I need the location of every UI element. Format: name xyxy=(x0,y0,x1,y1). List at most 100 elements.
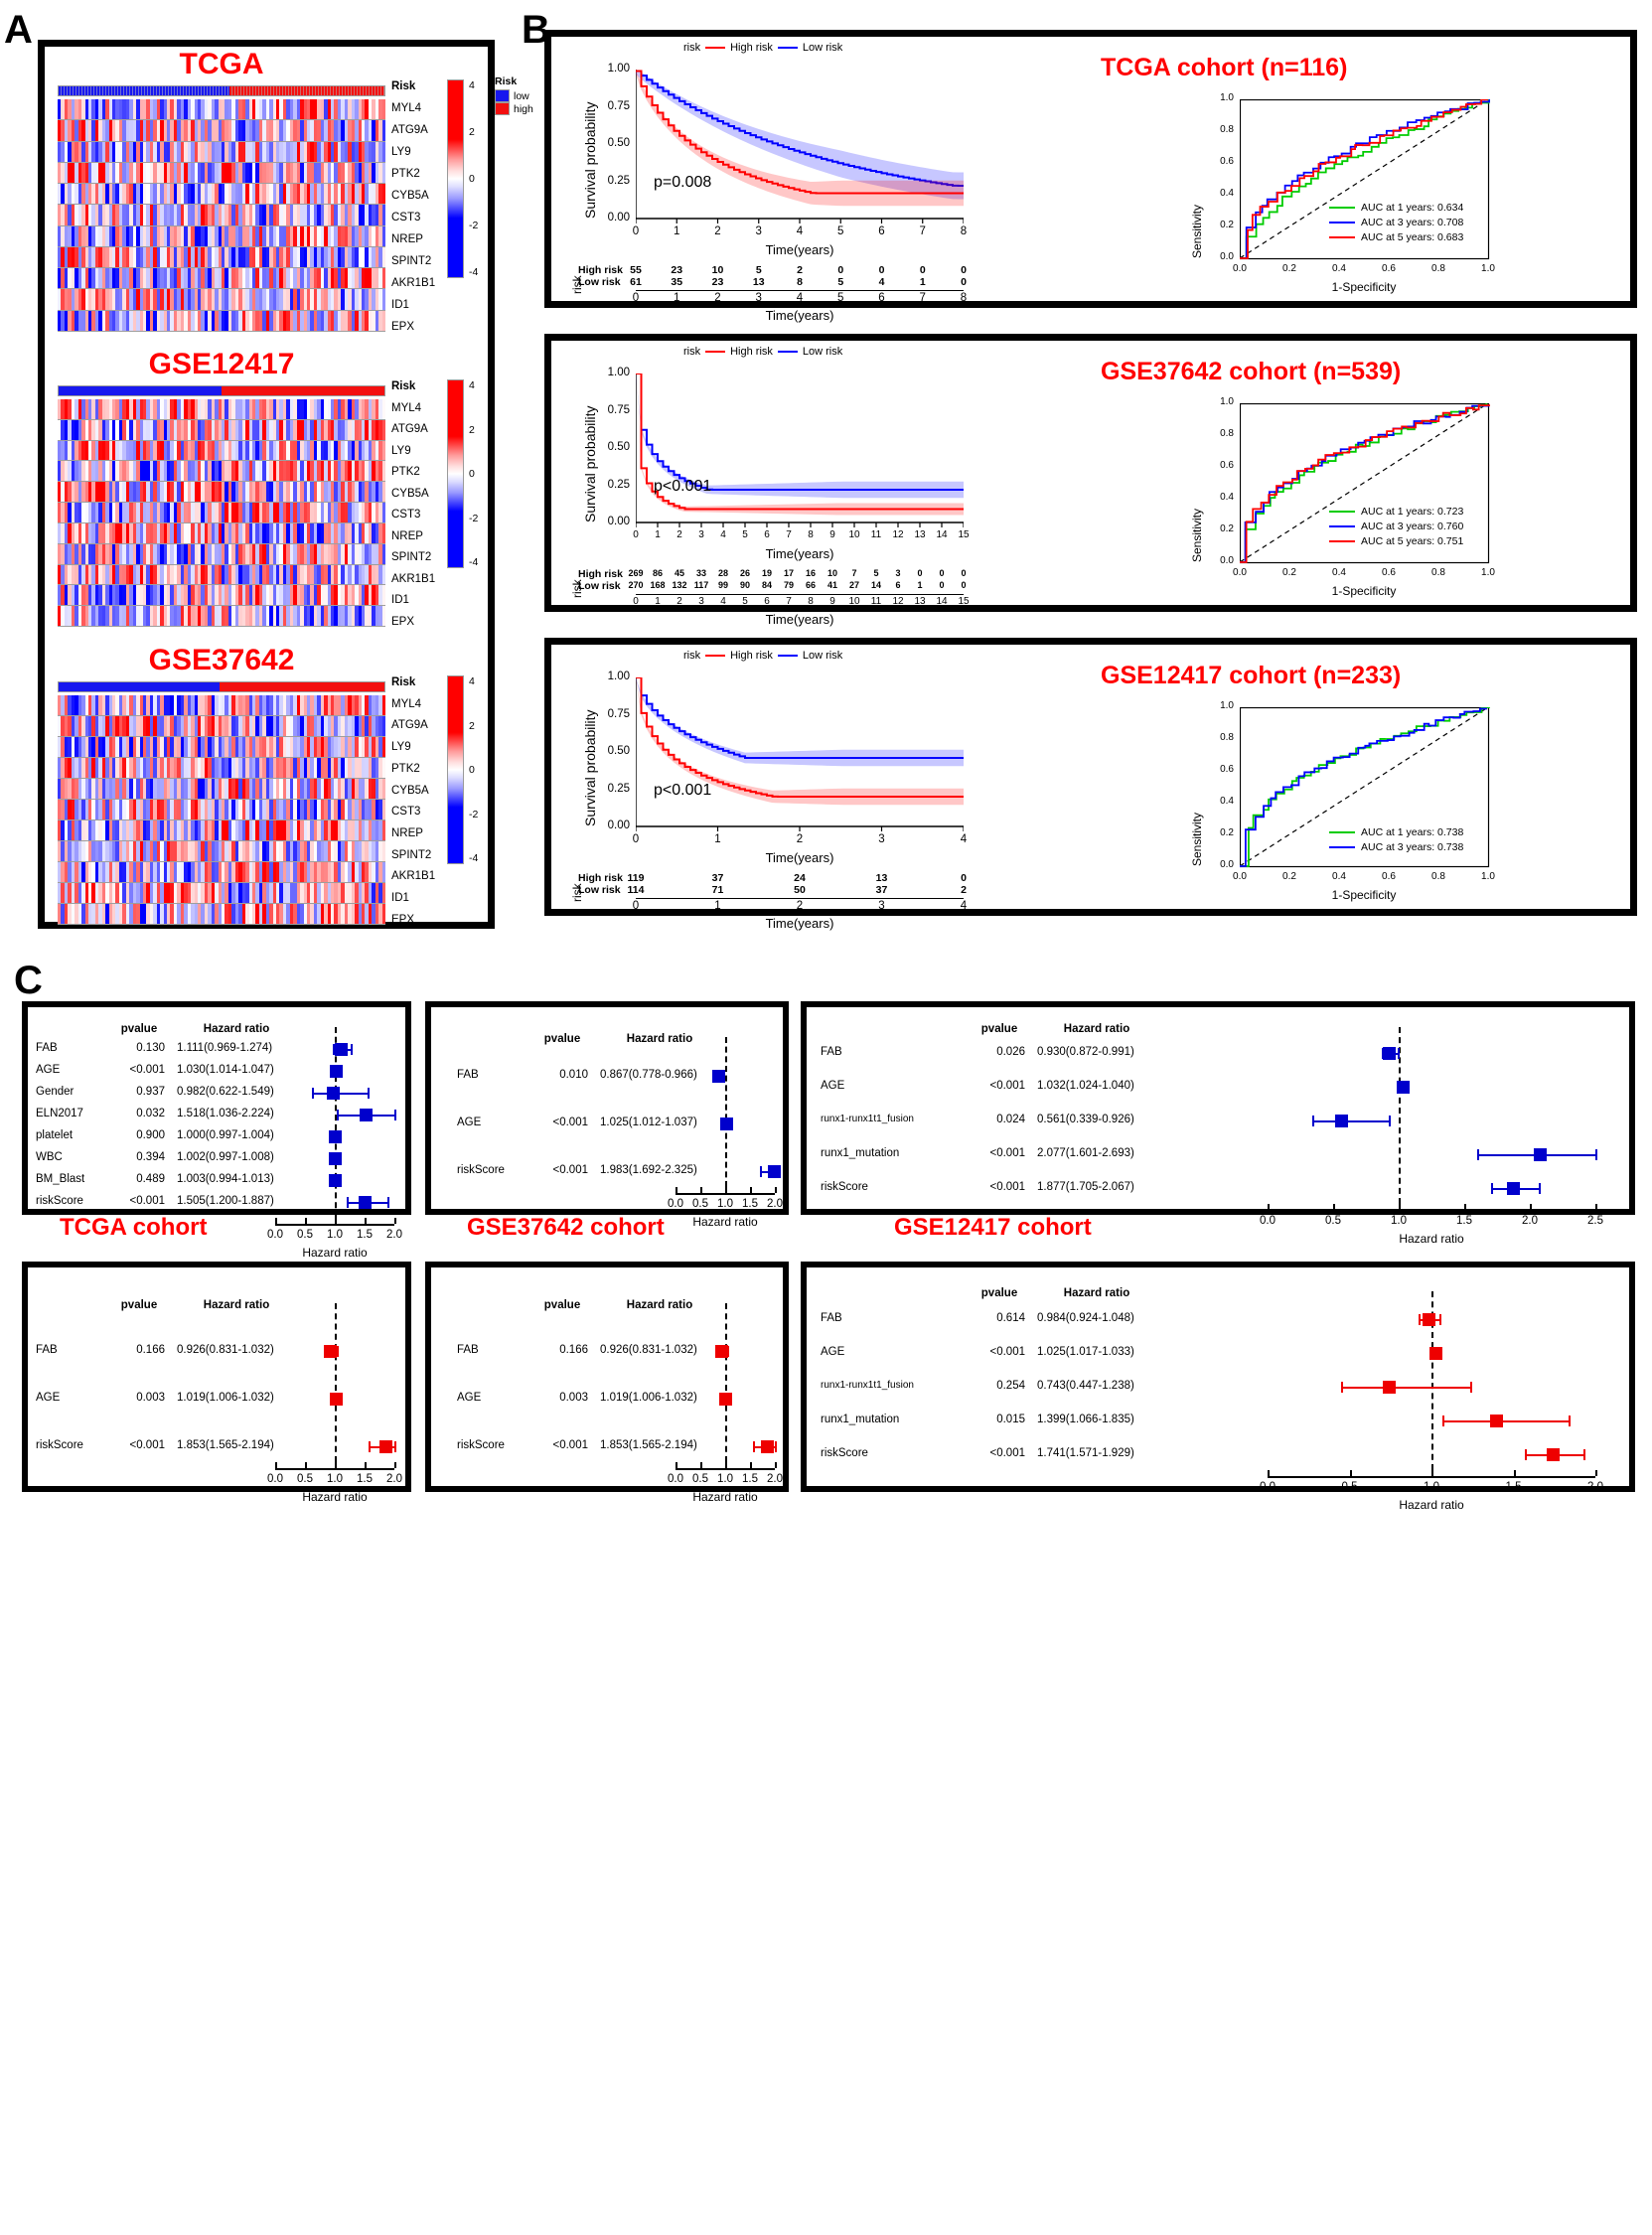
roc-x-tick: 0.8 xyxy=(1431,263,1445,274)
risk-legend: Risk low high xyxy=(495,75,533,115)
forest-ci-cap xyxy=(1389,1116,1392,1126)
forest-x-tick xyxy=(750,1462,752,1468)
roc-legend-label: AUC at 1 years: 0.723 xyxy=(1361,506,1464,518)
heatmap-row xyxy=(58,310,385,332)
forest-ci-line xyxy=(1340,1387,1471,1389)
risk-table-x-tick: 8 xyxy=(808,596,814,607)
heatmap-row xyxy=(58,564,385,586)
forest-ci-line xyxy=(1311,1120,1390,1122)
km-x-axis-label: Time(years) xyxy=(765,850,834,865)
cohort-title-2: GSE12417 cohort (n=233) xyxy=(1101,662,1402,689)
roc-x-axis-label: 1-Specificity xyxy=(1331,280,1397,294)
forest-row-name: AGE xyxy=(457,1392,482,1404)
km-y-tick: 0.75 xyxy=(607,403,630,416)
heatmap-cell xyxy=(381,606,385,626)
forest-estimate-marker xyxy=(1334,1114,1348,1127)
heatmap-row xyxy=(58,289,385,311)
forest-row-pvalue: <0.001 xyxy=(129,1195,166,1207)
km-x-tick: 5 xyxy=(837,225,844,237)
gene-label-nrep: NREP xyxy=(391,233,423,245)
risk-table-x-tick: 5 xyxy=(837,292,844,304)
risk-table-x-tick: 7 xyxy=(786,596,792,607)
forest-row-name: AGE xyxy=(821,1346,845,1358)
heatmap-cell xyxy=(381,904,385,924)
heatmap-row xyxy=(58,758,385,779)
forest-x-tick xyxy=(1431,1470,1433,1476)
risk-table-low-count: 114 xyxy=(627,884,645,896)
heatmap-cell xyxy=(381,419,385,440)
heatmap-row xyxy=(58,440,385,462)
forest-x-axis-label: Hazard ratio xyxy=(692,1490,758,1504)
forest-x-tick xyxy=(676,1462,677,1468)
forest-ci-cap xyxy=(351,1044,354,1055)
risk-legend-swatch xyxy=(495,89,510,102)
roc-y-tick: 0.2 xyxy=(1220,220,1234,230)
panel-c-cohort-title-1: GSE37642 cohort xyxy=(467,1214,665,1241)
risk-table-x-tick: 3 xyxy=(878,900,885,912)
km-y-axis-label: Survival probability xyxy=(582,101,598,220)
km-legend-line-low xyxy=(777,47,798,49)
gene-label-column: Risk MYL4 ATG9A LY9 PTK2 CYB5A CST3 NREP SPINT2 A… xyxy=(391,80,435,333)
forest-x-tick-label: 2.0 xyxy=(767,1473,783,1485)
colorbar-tick: -4 xyxy=(469,556,479,568)
gene-label-ly9: LY9 xyxy=(391,741,411,754)
forest-estimate-marker xyxy=(1533,1147,1547,1161)
risk-table-x-tick: 5 xyxy=(742,596,748,607)
roc-y-tick: 1.0 xyxy=(1220,700,1234,711)
roc-legend: AUC at 1 years: 0.634 AUC at 3 years: 0.7… xyxy=(1329,202,1463,246)
heatmap-risk-row-label: Risk xyxy=(391,676,416,688)
km-legend-line-high xyxy=(705,655,726,657)
forest-x-tick xyxy=(335,1218,337,1224)
forest-ci-cap xyxy=(1340,1382,1343,1393)
heatmap-grid xyxy=(58,695,385,925)
roc-legend-item: AUC at 5 years: 0.751 xyxy=(1329,535,1463,547)
forest-estimate-marker xyxy=(335,1042,349,1056)
forest-x-tick xyxy=(275,1462,277,1468)
forest-row-pvalue: 0.900 xyxy=(136,1129,165,1141)
forest-row-pvalue: 0.130 xyxy=(136,1042,165,1054)
heatmap-cell xyxy=(381,461,385,482)
colorbar-ticks: 4 2 0 -2 -4 xyxy=(469,79,495,278)
heatmap-grid xyxy=(58,399,385,627)
forest-x-tick xyxy=(1595,1470,1597,1476)
forest-estimate-marker xyxy=(328,1151,342,1165)
heatmap-cell xyxy=(381,503,385,522)
km-x-tick: 0 xyxy=(632,833,640,845)
forest-row-name: riskScore xyxy=(821,1181,868,1193)
forest-row-name: AGE xyxy=(821,1080,845,1092)
forest-row-pvalue: 0.166 xyxy=(136,1344,165,1356)
roc-y-tick: 0.0 xyxy=(1220,555,1234,566)
forest-x-tick-label: 0.5 xyxy=(1341,1481,1358,1493)
forest-row-pvalue: 0.003 xyxy=(136,1392,165,1404)
risk-table-high-count: 5 xyxy=(755,264,762,276)
roc-x-tick: 0.4 xyxy=(1332,263,1346,274)
roc-legend-item: AUC at 3 years: 0.738 xyxy=(1329,841,1463,853)
roc-legend-label: AUC at 5 years: 0.751 xyxy=(1361,535,1464,547)
forest-x-axis xyxy=(1268,1476,1595,1478)
km-legend: risk High risk Low risk xyxy=(683,42,842,54)
forest-row-pvalue: 0.166 xyxy=(559,1344,588,1356)
forest-row-name: WBC xyxy=(36,1151,63,1163)
km-curve-svg xyxy=(636,70,964,224)
heatmap-cell xyxy=(381,225,385,246)
km-y-tick: 0.50 xyxy=(607,745,630,757)
gene-label-ptk2: PTK2 xyxy=(391,168,420,180)
forest-row-hazard-ratio: 1.025(1.017-1.033) xyxy=(1037,1346,1134,1358)
forest-x-axis-label: Hazard ratio xyxy=(302,1246,368,1260)
heatmap-row xyxy=(58,904,385,925)
km-y-tick: 0.00 xyxy=(607,820,630,831)
colorbar-tick: -4 xyxy=(469,266,479,278)
gene-label-ly9: LY9 xyxy=(391,146,411,158)
km-y-axis-label: Survival probability xyxy=(582,709,598,827)
roc-legend-swatch xyxy=(1329,236,1355,238)
heatmap-cell xyxy=(381,737,385,757)
forest-header-hazard-ratio: Hazard ratio xyxy=(626,1299,693,1311)
forest-x-tick xyxy=(1349,1470,1352,1476)
roc-x-tick: 0.0 xyxy=(1233,263,1247,274)
gene-label-spint2: SPINT2 xyxy=(391,551,432,564)
km-y-tick: 0.75 xyxy=(607,99,630,112)
risk-table-high-label: High risk xyxy=(578,872,623,884)
heatmap-cell xyxy=(381,585,385,606)
roc-legend-item: AUC at 1 years: 0.723 xyxy=(1329,506,1463,518)
forest-row-pvalue: <0.001 xyxy=(552,1164,589,1176)
